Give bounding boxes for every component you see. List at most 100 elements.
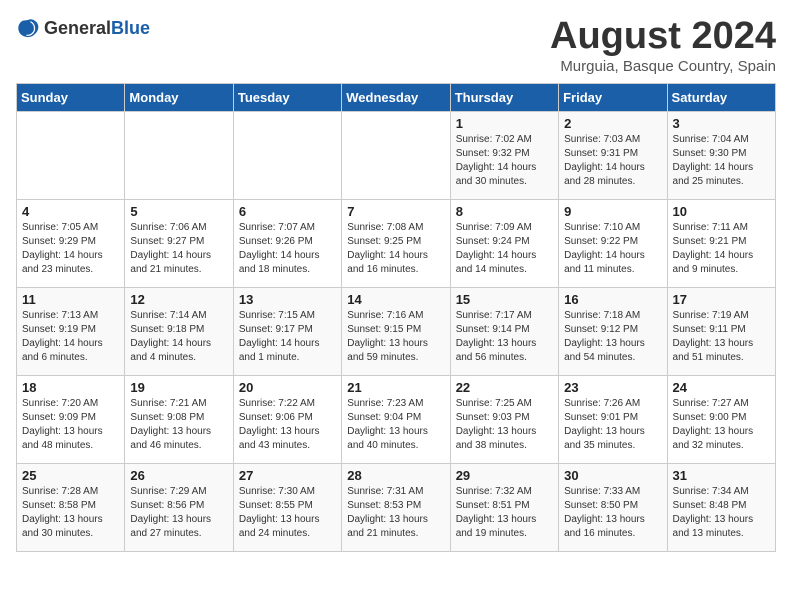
calendar-cell: 16 Sunrise: 7:18 AMSunset: 9:12 PMDaylig… [559,287,667,375]
day-number: 21 [347,380,444,395]
day-info: Sunrise: 7:26 AMSunset: 9:01 PMDaylight:… [564,397,661,453]
calendar-subtitle: Murguia, Basque Country, Spain [550,58,776,75]
logo: GeneralBlue [16,16,150,40]
calendar-cell: 13 Sunrise: 7:15 AMSunset: 9:17 PMDaylig… [233,287,341,375]
day-info: Sunrise: 7:08 AMSunset: 9:25 PMDaylight:… [347,221,444,277]
calendar-week-row: 4 Sunrise: 7:05 AMSunset: 9:29 PMDayligh… [17,199,776,287]
day-info: Sunrise: 7:31 AMSunset: 8:53 PMDaylight:… [347,485,444,541]
calendar-cell: 31 Sunrise: 7:34 AMSunset: 8:48 PMDaylig… [667,463,775,551]
calendar-cell: 17 Sunrise: 7:19 AMSunset: 9:11 PMDaylig… [667,287,775,375]
day-info: Sunrise: 7:21 AMSunset: 9:08 PMDaylight:… [130,397,227,453]
calendar-week-row: 18 Sunrise: 7:20 AMSunset: 9:09 PMDaylig… [17,375,776,463]
day-number: 15 [456,292,553,307]
calendar-cell: 6 Sunrise: 7:07 AMSunset: 9:26 PMDayligh… [233,199,341,287]
day-info: Sunrise: 7:04 AMSunset: 9:30 PMDaylight:… [673,133,770,189]
header-row: SundayMondayTuesdayWednesdayThursdayFrid… [17,83,776,111]
day-number: 13 [239,292,336,307]
day-number: 3 [673,116,770,131]
day-number: 27 [239,468,336,483]
day-number: 30 [564,468,661,483]
day-number: 4 [22,204,119,219]
day-info: Sunrise: 7:10 AMSunset: 9:22 PMDaylight:… [564,221,661,277]
day-info: Sunrise: 7:16 AMSunset: 9:15 PMDaylight:… [347,309,444,365]
calendar-cell: 9 Sunrise: 7:10 AMSunset: 9:22 PMDayligh… [559,199,667,287]
day-info: Sunrise: 7:06 AMSunset: 9:27 PMDaylight:… [130,221,227,277]
day-info: Sunrise: 7:33 AMSunset: 8:50 PMDaylight:… [564,485,661,541]
day-number: 12 [130,292,227,307]
calendar-cell: 10 Sunrise: 7:11 AMSunset: 9:21 PMDaylig… [667,199,775,287]
day-number: 7 [347,204,444,219]
calendar-cell: 30 Sunrise: 7:33 AMSunset: 8:50 PMDaylig… [559,463,667,551]
header-cell: Saturday [667,83,775,111]
day-info: Sunrise: 7:27 AMSunset: 9:00 PMDaylight:… [673,397,770,453]
calendar-cell: 26 Sunrise: 7:29 AMSunset: 8:56 PMDaylig… [125,463,233,551]
calendar-cell: 1 Sunrise: 7:02 AMSunset: 9:32 PMDayligh… [450,111,558,199]
day-info: Sunrise: 7:09 AMSunset: 9:24 PMDaylight:… [456,221,553,277]
day-number: 28 [347,468,444,483]
calendar-cell: 24 Sunrise: 7:27 AMSunset: 9:00 PMDaylig… [667,375,775,463]
calendar-cell: 3 Sunrise: 7:04 AMSunset: 9:30 PMDayligh… [667,111,775,199]
day-info: Sunrise: 7:29 AMSunset: 8:56 PMDaylight:… [130,485,227,541]
header-cell: Tuesday [233,83,341,111]
calendar-cell: 20 Sunrise: 7:22 AMSunset: 9:06 PMDaylig… [233,375,341,463]
day-info: Sunrise: 7:20 AMSunset: 9:09 PMDaylight:… [22,397,119,453]
day-number: 11 [22,292,119,307]
header-cell: Wednesday [342,83,450,111]
day-info: Sunrise: 7:14 AMSunset: 9:18 PMDaylight:… [130,309,227,365]
day-number: 19 [130,380,227,395]
calendar-week-row: 11 Sunrise: 7:13 AMSunset: 9:19 PMDaylig… [17,287,776,375]
calendar-cell: 18 Sunrise: 7:20 AMSunset: 9:09 PMDaylig… [17,375,125,463]
logo-icon [16,16,40,40]
day-number: 22 [456,380,553,395]
calendar-cell: 8 Sunrise: 7:09 AMSunset: 9:24 PMDayligh… [450,199,558,287]
day-info: Sunrise: 7:19 AMSunset: 9:11 PMDaylight:… [673,309,770,365]
day-info: Sunrise: 7:03 AMSunset: 9:31 PMDaylight:… [564,133,661,189]
logo-text: GeneralBlue [44,18,150,39]
day-number: 17 [673,292,770,307]
calendar-cell: 19 Sunrise: 7:21 AMSunset: 9:08 PMDaylig… [125,375,233,463]
calendar-cell: 12 Sunrise: 7:14 AMSunset: 9:18 PMDaylig… [125,287,233,375]
calendar-cell: 14 Sunrise: 7:16 AMSunset: 9:15 PMDaylig… [342,287,450,375]
day-number: 14 [347,292,444,307]
day-info: Sunrise: 7:17 AMSunset: 9:14 PMDaylight:… [456,309,553,365]
day-info: Sunrise: 7:15 AMSunset: 9:17 PMDaylight:… [239,309,336,365]
day-info: Sunrise: 7:11 AMSunset: 9:21 PMDaylight:… [673,221,770,277]
calendar-title: August 2024 [550,16,776,58]
day-number: 23 [564,380,661,395]
calendar-week-row: 1 Sunrise: 7:02 AMSunset: 9:32 PMDayligh… [17,111,776,199]
day-info: Sunrise: 7:18 AMSunset: 9:12 PMDaylight:… [564,309,661,365]
header-cell: Monday [125,83,233,111]
day-info: Sunrise: 7:34 AMSunset: 8:48 PMDaylight:… [673,485,770,541]
calendar-cell: 27 Sunrise: 7:30 AMSunset: 8:55 PMDaylig… [233,463,341,551]
calendar-cell: 29 Sunrise: 7:32 AMSunset: 8:51 PMDaylig… [450,463,558,551]
calendar-cell: 21 Sunrise: 7:23 AMSunset: 9:04 PMDaylig… [342,375,450,463]
calendar-cell: 11 Sunrise: 7:13 AMSunset: 9:19 PMDaylig… [17,287,125,375]
day-info: Sunrise: 7:25 AMSunset: 9:03 PMDaylight:… [456,397,553,453]
calendar-cell: 5 Sunrise: 7:06 AMSunset: 9:27 PMDayligh… [125,199,233,287]
day-number: 29 [456,468,553,483]
day-info: Sunrise: 7:23 AMSunset: 9:04 PMDaylight:… [347,397,444,453]
day-number: 26 [130,468,227,483]
day-info: Sunrise: 7:02 AMSunset: 9:32 PMDaylight:… [456,133,553,189]
day-number: 9 [564,204,661,219]
calendar-cell: 4 Sunrise: 7:05 AMSunset: 9:29 PMDayligh… [17,199,125,287]
header-cell: Friday [559,83,667,111]
calendar-cell: 22 Sunrise: 7:25 AMSunset: 9:03 PMDaylig… [450,375,558,463]
day-number: 20 [239,380,336,395]
day-number: 1 [456,116,553,131]
title-area: August 2024 Murguia, Basque Country, Spa… [550,16,776,75]
page-header: GeneralBlue August 2024 Murguia, Basque … [16,16,776,75]
day-info: Sunrise: 7:05 AMSunset: 9:29 PMDaylight:… [22,221,119,277]
calendar-week-row: 25 Sunrise: 7:28 AMSunset: 8:58 PMDaylig… [17,463,776,551]
calendar-cell: 2 Sunrise: 7:03 AMSunset: 9:31 PMDayligh… [559,111,667,199]
header-cell: Thursday [450,83,558,111]
day-number: 18 [22,380,119,395]
day-number: 8 [456,204,553,219]
day-number: 24 [673,380,770,395]
calendar-cell: 7 Sunrise: 7:08 AMSunset: 9:25 PMDayligh… [342,199,450,287]
header-cell: Sunday [17,83,125,111]
day-number: 31 [673,468,770,483]
day-info: Sunrise: 7:07 AMSunset: 9:26 PMDaylight:… [239,221,336,277]
day-info: Sunrise: 7:22 AMSunset: 9:06 PMDaylight:… [239,397,336,453]
calendar-cell [17,111,125,199]
